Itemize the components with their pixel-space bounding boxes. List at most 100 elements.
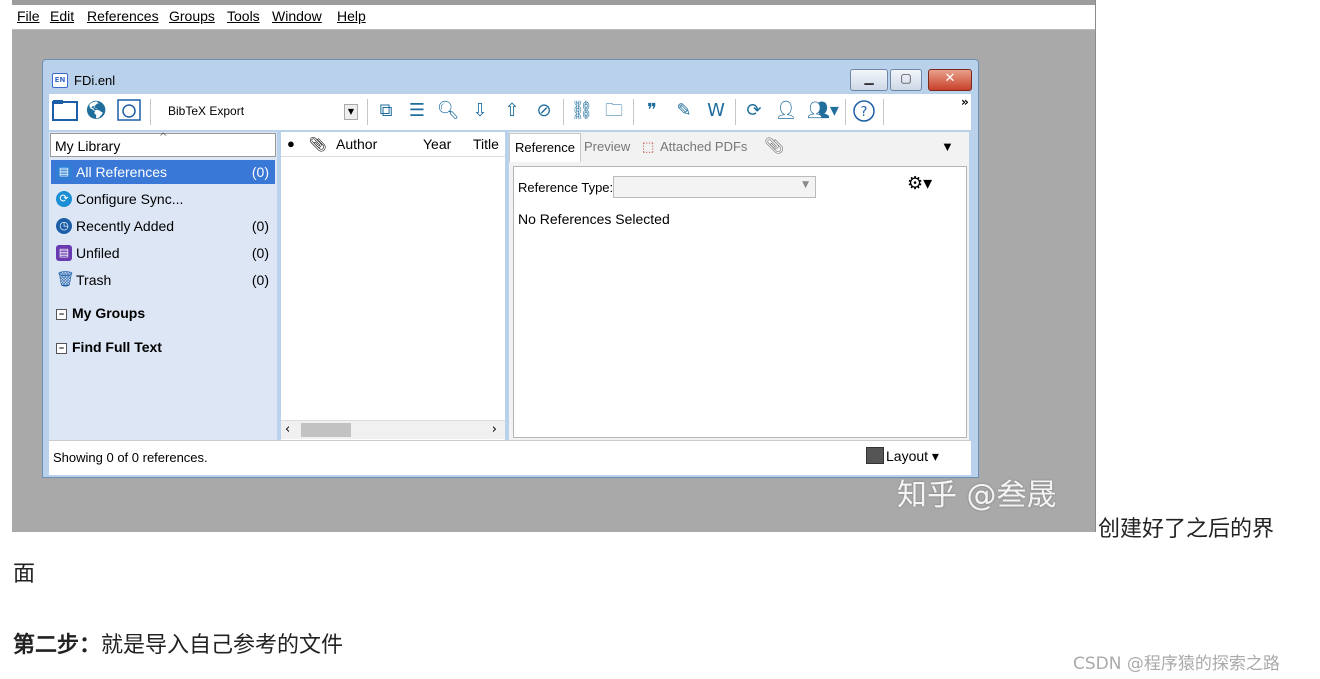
- group-count: (0): [251, 164, 269, 180]
- status-text: Showing 0 of 0 references.: [53, 450, 208, 465]
- menu-groups[interactable]: Groups: [169, 8, 215, 24]
- word-icon[interactable]: W: [703, 99, 729, 123]
- scroll-thumb[interactable]: [301, 423, 351, 437]
- trash-icon: 🗑︎: [56, 271, 76, 288]
- layout-label: Layout: [886, 448, 929, 464]
- sort-caret-icon: ^: [159, 132, 168, 143]
- menu-window[interactable]: Window: [272, 8, 322, 24]
- group-label: Recently Added: [76, 218, 175, 234]
- online-search-magnifier-icon[interactable]: 🔍︎: [435, 99, 461, 123]
- library-header: My Library: [55, 138, 121, 154]
- step-label: 第二步：: [13, 632, 102, 658]
- menu-file[interactable]: File: [17, 8, 40, 24]
- toolbar-separator: [633, 99, 634, 125]
- watermark: 知乎 @叁晟: [897, 478, 1057, 513]
- toolbar-separator: [367, 99, 368, 125]
- sync-icon: ⟳: [56, 191, 72, 207]
- online-search-icon[interactable]: 🌎︎: [83, 99, 109, 123]
- library-selector[interactable]: My Library ^: [50, 132, 276, 157]
- reference-pane: Reference Preview ⬚ Attached PDFs 📎︎ ▼ R…: [509, 132, 969, 440]
- output-style-select[interactable]: BibTeX Export ▼: [164, 100, 360, 122]
- column-year[interactable]: Year: [423, 136, 451, 152]
- minimize-button[interactable]: ▁: [850, 69, 888, 91]
- group-all-references[interactable]: ▤ All References (0): [51, 160, 275, 184]
- column-author[interactable]: Author: [336, 136, 377, 152]
- open-link-icon[interactable]: ⛓︎: [569, 99, 595, 123]
- read-status-icon[interactable]: ●: [287, 136, 295, 151]
- toolbar-separator: [563, 99, 564, 125]
- output-style-label: BibTeX Export: [168, 104, 245, 118]
- app-frame: File Edit References Groups Tools Window…: [12, 0, 1096, 532]
- group-label: Trash: [76, 272, 112, 288]
- column-title[interactable]: Title: [473, 136, 499, 152]
- import-icon[interactable]: ⇩: [467, 99, 493, 123]
- gear-icon[interactable]: ⚙︎▾: [907, 173, 932, 194]
- paperclip-icon[interactable]: 📎︎: [764, 133, 784, 161]
- scroll-left-icon[interactable]: ‹: [285, 422, 290, 437]
- horizontal-scrollbar[interactable]: ‹ ›: [281, 420, 505, 439]
- reference-list: ● 📎︎ Author Year Title ‹ ›: [281, 132, 505, 440]
- format-bibliography-icon[interactable]: ✎: [671, 99, 697, 123]
- caption-text-continued: 面: [13, 562, 36, 587]
- toolbar-separator: [883, 99, 884, 125]
- my-groups-header[interactable]: − My Groups: [56, 305, 145, 321]
- integrated-library-icon[interactable]: [115, 99, 143, 123]
- step-text: 就是导入自己参考的文件: [101, 633, 344, 658]
- layout-button[interactable]: Layout ▾: [866, 447, 939, 465]
- section-label: My Groups: [72, 305, 146, 321]
- find-full-text-icon[interactable]: ⊘: [531, 99, 557, 123]
- help-icon[interactable]: ?: [851, 99, 877, 123]
- svg-text:?: ?: [861, 105, 868, 120]
- main-panes: My Library ^ ▤ All References (0) ⟳ Conf…: [49, 130, 971, 440]
- menu-help[interactable]: Help: [337, 8, 366, 24]
- close-button[interactable]: ✕: [928, 69, 972, 91]
- toolbar: 🌎︎ BibTeX Export ▼ ⧉ ☰ 🔍︎ ⇩ ⇧ ⊘ ⛓︎ 🗀︎ ❞ …: [49, 94, 971, 130]
- window-titlebar[interactable]: EN FDi.enl ▁ ▢ ✕: [43, 60, 978, 94]
- local-library-icon[interactable]: [51, 99, 79, 123]
- collapse-icon[interactable]: −: [56, 343, 67, 354]
- toolbar-overflow-icon[interactable]: »: [961, 95, 969, 109]
- tab-preview[interactable]: Preview: [584, 133, 630, 161]
- sync-icon[interactable]: ⟳: [741, 99, 767, 123]
- library-window: EN FDi.enl ▁ ▢ ✕ 🌎︎ BibTeX Export ▼ ⧉ ☰ …: [42, 59, 979, 478]
- open-file-icon[interactable]: 🗀︎: [601, 99, 627, 123]
- tab-reference[interactable]: Reference: [509, 133, 581, 162]
- reference-tabs: Reference Preview ⬚ Attached PDFs 📎︎ ▼: [509, 132, 969, 162]
- layout-icon: [866, 447, 884, 464]
- share-user-icon[interactable]: 👤︎: [773, 99, 799, 123]
- menu-tools[interactable]: Tools: [227, 8, 260, 24]
- insert-citation-icon[interactable]: ❞: [639, 99, 665, 123]
- reference-type-select[interactable]: ▼: [613, 176, 816, 198]
- collapse-icon[interactable]: −: [56, 309, 67, 320]
- menu-edit[interactable]: Edit: [50, 8, 74, 24]
- attachment-column-icon[interactable]: 📎︎: [309, 136, 327, 153]
- chevron-down-icon[interactable]: ▼: [344, 104, 358, 120]
- group-users-icon[interactable]: 👥︎▾: [805, 99, 841, 123]
- unfiled-icon: ▤: [56, 245, 72, 261]
- new-reference-icon[interactable]: ☰: [404, 99, 430, 123]
- group-configure-sync[interactable]: ⟳ Configure Sync...: [51, 187, 275, 211]
- section-label: Find Full Text: [72, 339, 162, 355]
- group-recently-added[interactable]: ◷ Recently Added (0): [51, 214, 275, 238]
- groups-panel: My Library ^ ▤ All References (0) ⟳ Conf…: [49, 132, 277, 440]
- copy-formatted-icon[interactable]: ⧉: [373, 99, 399, 123]
- group-count: (0): [251, 272, 269, 288]
- export-icon[interactable]: ⇧: [499, 99, 525, 123]
- panel-menu-icon[interactable]: ▼: [941, 133, 954, 161]
- reference-details: Reference Type: ▼ ⚙︎▾ No References Sele…: [513, 166, 967, 438]
- scroll-right-icon[interactable]: ›: [492, 422, 497, 437]
- group-trash[interactable]: 🗑︎ Trash (0): [51, 268, 275, 292]
- toolbar-separator: [150, 99, 151, 125]
- column-header: ● 📎︎ Author Year Title: [281, 132, 505, 157]
- group-unfiled[interactable]: ▤ Unfiled (0): [51, 241, 275, 265]
- menu-bar: File Edit References Groups Tools Window…: [12, 5, 1095, 30]
- tab-attached-pdfs[interactable]: Attached PDFs: [660, 133, 747, 161]
- find-full-text-header[interactable]: − Find Full Text: [56, 339, 162, 355]
- maximize-button[interactable]: ▢: [890, 69, 922, 91]
- status-bar: Showing 0 of 0 references. Layout ▾: [49, 440, 971, 475]
- clock-icon: ◷: [56, 218, 72, 234]
- menu-references[interactable]: References: [87, 8, 159, 24]
- chevron-down-icon: ▼: [802, 180, 809, 190]
- group-label: Unfiled: [76, 245, 120, 261]
- group-count: (0): [251, 245, 269, 261]
